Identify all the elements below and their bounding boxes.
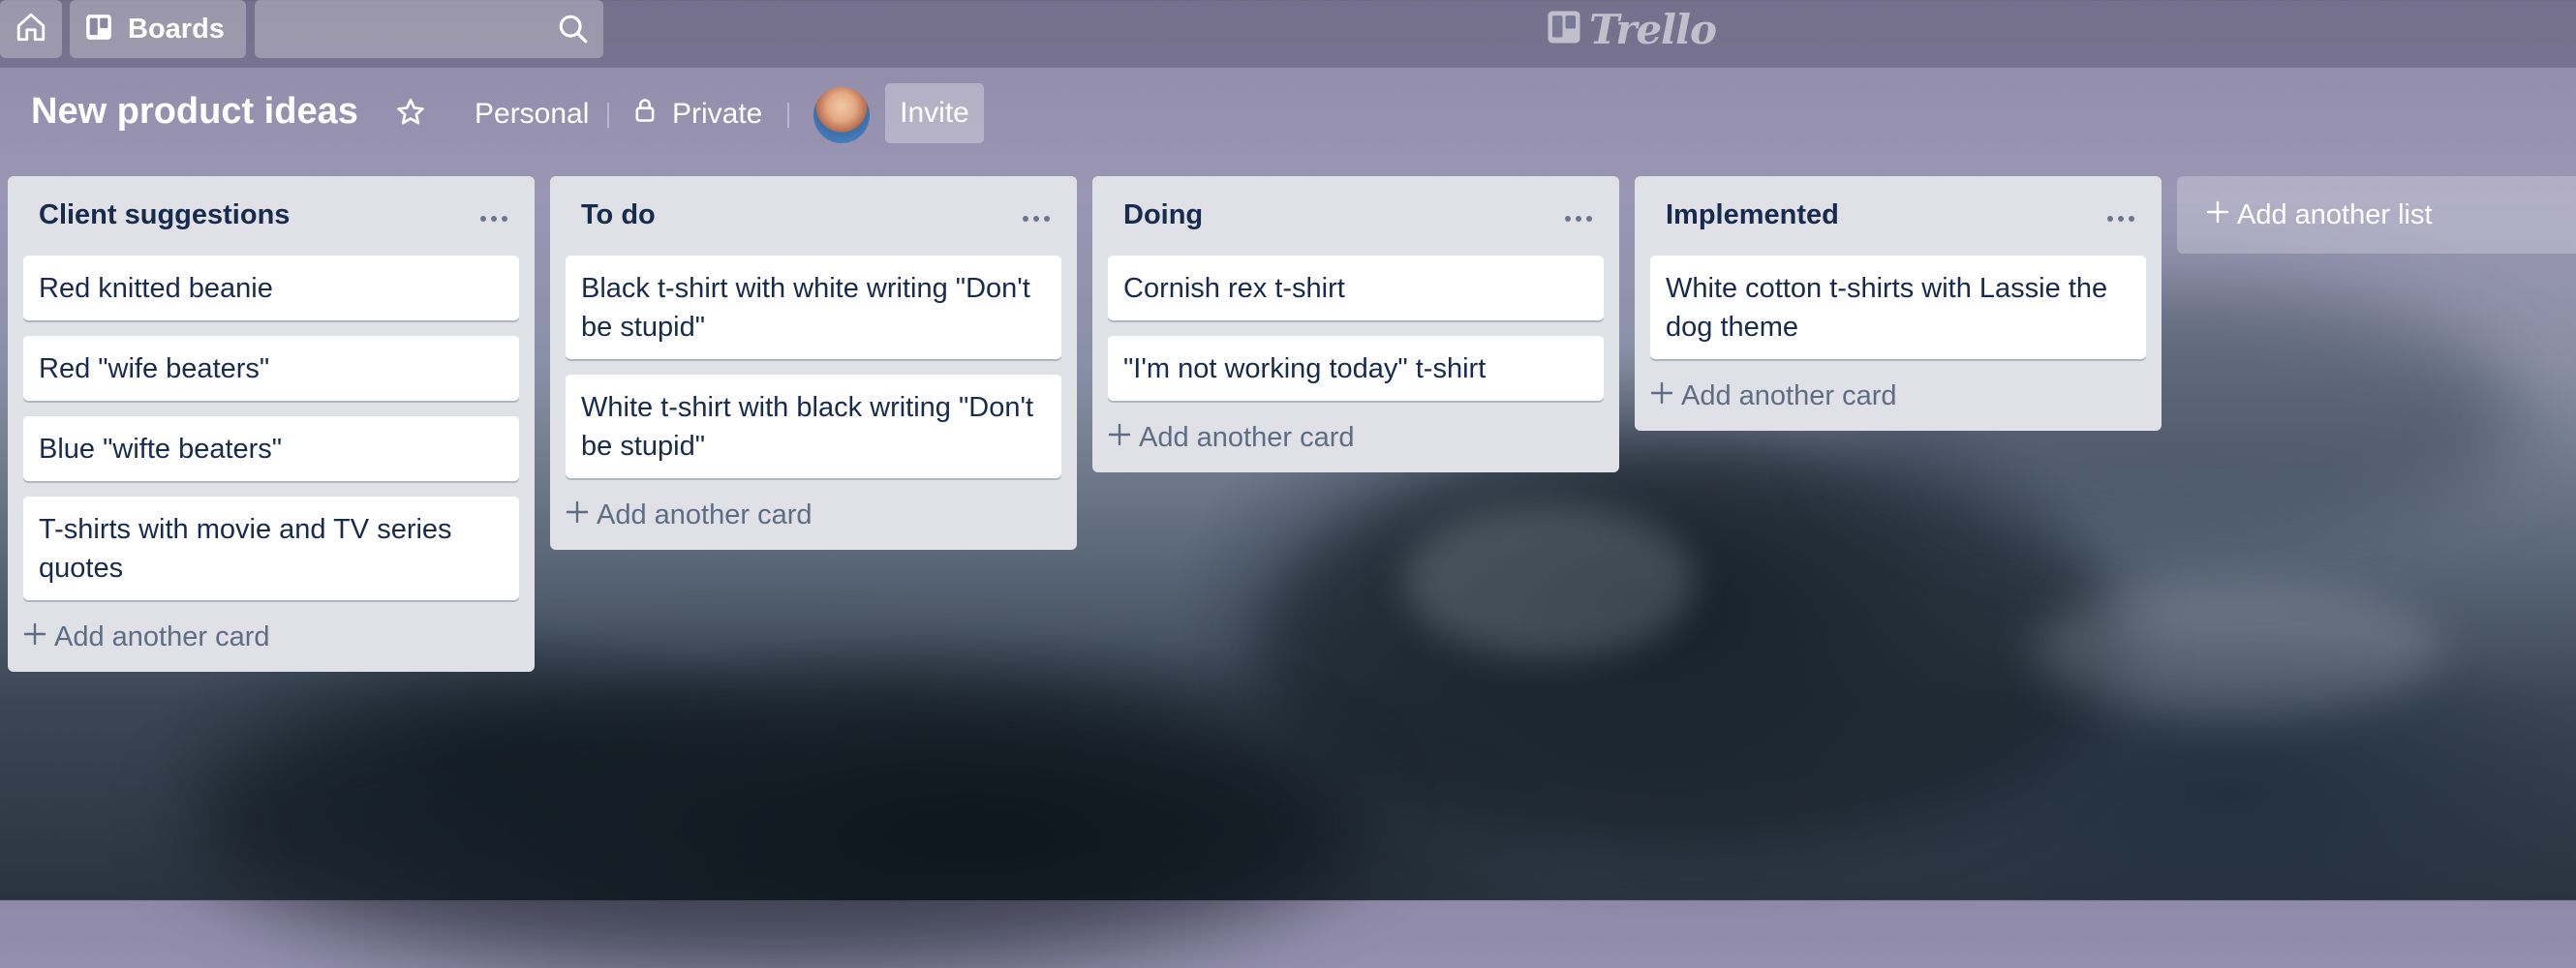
- list-menu-button[interactable]: [1559, 199, 1598, 238]
- search-box[interactable]: [255, 0, 603, 58]
- boards-icon: [85, 14, 112, 45]
- list-header: Implemented: [1635, 176, 2162, 256]
- add-list-label: Add another list: [2237, 198, 2433, 230]
- list-header: Doing: [1092, 176, 1619, 256]
- star-icon: [395, 97, 426, 133]
- add-card-button[interactable]: Add another card: [1100, 410, 1611, 465]
- list-client-suggestions: Client suggestions Red knitted beanie Re…: [8, 176, 535, 672]
- more-horizontal-icon: [479, 210, 508, 227]
- add-card-label: Add another card: [1139, 421, 1355, 453]
- search-icon[interactable]: [557, 13, 590, 50]
- add-card-label: Add another card: [597, 499, 813, 530]
- plus-icon: [566, 499, 589, 531]
- background-wave: [1259, 445, 2131, 852]
- home-icon: [15, 11, 47, 48]
- lock-icon: [633, 97, 657, 132]
- card[interactable]: Red "wife beaters": [23, 336, 519, 401]
- trello-logo[interactable]: Trello: [1547, 5, 1717, 53]
- card-list: White cotton t-shirts with Lassie the do…: [1635, 256, 2162, 359]
- card-list: Red knitted beanie Red "wife beaters" Bl…: [8, 256, 535, 600]
- search-input[interactable]: [266, 8, 541, 52]
- card[interactable]: Blue "wifte beaters": [23, 416, 519, 481]
- plus-icon: [1108, 422, 1131, 454]
- header-divider: [787, 103, 789, 128]
- top-navigation-bar: Boards Trello: [0, 0, 2576, 68]
- visibility-button[interactable]: Private: [633, 93, 762, 136]
- add-list-button[interactable]: Add another list: [2177, 176, 2576, 254]
- background-wave: [2034, 581, 2440, 716]
- more-horizontal-icon: [1564, 210, 1593, 227]
- add-card-button[interactable]: Add another card: [1642, 369, 2154, 423]
- list-menu-button[interactable]: [475, 199, 513, 238]
- list-title[interactable]: Doing: [1123, 199, 1203, 231]
- home-button[interactable]: [0, 0, 62, 58]
- list-title[interactable]: Implemented: [1666, 199, 1839, 231]
- plus-icon: [23, 621, 46, 653]
- trello-logo-text: Trello: [1589, 5, 1717, 53]
- list-title[interactable]: Client suggestions: [39, 199, 290, 231]
- card[interactable]: Black t-shirt with white writing "Don't …: [566, 256, 1061, 359]
- card[interactable]: "I'm not working today" t-shirt: [1108, 336, 1604, 401]
- trello-logo-icon: [1547, 10, 1581, 49]
- list-implemented: Implemented White cotton t-shirts with L…: [1635, 176, 2162, 431]
- card-list: Black t-shirt with white writing "Don't …: [550, 256, 1077, 478]
- board-title[interactable]: New product ideas: [31, 91, 358, 133]
- more-horizontal-icon: [1022, 210, 1051, 227]
- visibility-label: Private: [672, 98, 763, 130]
- invite-button[interactable]: Invite: [885, 83, 984, 143]
- list-header: To do: [550, 176, 1077, 256]
- list-title[interactable]: To do: [581, 199, 656, 231]
- plus-icon: [1650, 380, 1673, 412]
- card[interactable]: T-shirts with movie and TV series quotes: [23, 497, 519, 600]
- card[interactable]: Cornish rex t-shirt: [1108, 256, 1604, 320]
- board-header: New product ideas Personal Private Invit…: [0, 79, 2576, 151]
- boards-label: Boards: [128, 13, 225, 45]
- member-avatar[interactable]: [813, 87, 870, 143]
- card-list: Cornish rex t-shirt "I'm not working tod…: [1092, 256, 1619, 401]
- background-wave: [194, 678, 1356, 968]
- list-menu-button[interactable]: [2101, 199, 2140, 238]
- list-menu-button[interactable]: [1017, 199, 1056, 238]
- header-divider: [607, 103, 609, 128]
- card[interactable]: Red knitted beanie: [23, 256, 519, 320]
- plus-icon: [2206, 199, 2229, 231]
- team-button[interactable]: Personal: [475, 93, 589, 136]
- star-board-button[interactable]: [391, 95, 430, 134]
- add-card-button[interactable]: Add another card: [15, 610, 527, 664]
- background-wave: [1404, 503, 1695, 658]
- add-card-button[interactable]: Add another card: [558, 488, 1069, 542]
- card[interactable]: White cotton t-shirts with Lassie the do…: [1650, 256, 2146, 359]
- card[interactable]: White t-shirt with black writing "Don't …: [566, 375, 1061, 478]
- list-to-do: To do Black t-shirt with white writing "…: [550, 176, 1077, 550]
- add-card-label: Add another card: [54, 620, 270, 652]
- list-header: Client suggestions: [8, 176, 535, 256]
- more-horizontal-icon: [2106, 210, 2135, 227]
- boards-button[interactable]: Boards: [70, 0, 246, 58]
- list-doing: Doing Cornish rex t-shirt "I'm not worki…: [1092, 176, 1619, 472]
- add-card-label: Add another card: [1681, 379, 1897, 411]
